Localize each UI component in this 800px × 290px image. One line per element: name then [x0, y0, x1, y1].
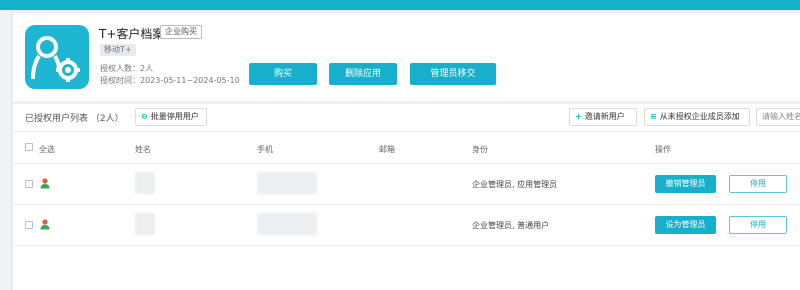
col-role: 身份: [472, 145, 488, 154]
purchase-badge: 企业购买: [160, 25, 202, 39]
table-row: 企业管理员, 应用管理员 撤销管理员 停用: [13, 164, 800, 204]
invite-user-button[interactable]: + 邀请新用户: [569, 108, 637, 126]
app-header: T+客户档案 企业购买 移动T+ 授权人数：2人 授权时间：2023-05-11…: [13, 13, 800, 101]
platform-chip: 移动T+: [100, 44, 136, 56]
buy-button[interactable]: 购买: [249, 63, 317, 85]
row-divider: [13, 245, 800, 246]
disable-icon: ⊖: [141, 112, 148, 121]
top-bar: [0, 0, 800, 10]
search-input[interactable]: 请输入姓名: [756, 108, 800, 126]
licensed-users-count: 授权人数：2人: [100, 64, 154, 73]
plus-icon: +: [575, 112, 582, 121]
user-icon: [39, 218, 51, 233]
table-top-border: [13, 131, 800, 132]
transfer-admin-button[interactable]: 管理员移交: [410, 63, 496, 85]
disable-user-button[interactable]: 停用: [729, 175, 787, 193]
batch-disable-button[interactable]: ⊖ 批量停用用户: [135, 108, 207, 126]
license-period: 授权时间：2023-05-11~2024-05-10: [100, 76, 240, 85]
add-from-members-button[interactable]: ≡ 从未授权企业成员添加: [644, 108, 750, 126]
col-phone: 手机: [257, 145, 273, 154]
name-masked: [135, 213, 155, 235]
phone-masked: [257, 213, 317, 235]
add-from-members-label: 从未授权企业成员添加: [659, 112, 740, 121]
app-name: T+客户档案: [99, 27, 165, 41]
row-checkbox[interactable]: [25, 180, 33, 188]
left-rail: [0, 10, 12, 290]
batch-disable-label: 批量停用用户: [150, 112, 199, 121]
revoke-admin-button[interactable]: 撤销管理员: [655, 175, 716, 193]
row-checkbox[interactable]: [25, 221, 33, 229]
section-divider: [13, 101, 800, 104]
app-icon: [25, 25, 89, 89]
name-masked: [135, 172, 155, 194]
col-email: 邮箱: [379, 145, 395, 154]
invite-user-label: 邀请新用户: [584, 112, 625, 121]
set-admin-button[interactable]: 设为管理员: [655, 216, 716, 234]
app-detail-panel: T+客户档案 企业购买 移动T+ 授权人数：2人 授权时间：2023-05-11…: [13, 13, 800, 290]
col-actions: 操作: [655, 145, 671, 154]
user-role: 企业管理员, 应用管理员: [472, 180, 558, 189]
licensed-user-list-title: 已授权用户列表 （2人）: [25, 114, 124, 124]
list-icon: ≡: [650, 112, 657, 121]
delete-app-button[interactable]: 删除应用: [329, 63, 397, 85]
user-icon: [39, 177, 51, 192]
col-name: 姓名: [135, 145, 151, 154]
col-select-all: 全选: [39, 145, 55, 154]
user-role: 企业管理员, 普通用户: [472, 221, 550, 230]
select-all-checkbox[interactable]: [25, 143, 33, 151]
table-row: 企业管理员, 普通用户 设为管理员 停用: [13, 205, 800, 245]
disable-user-button[interactable]: 停用: [729, 216, 787, 234]
phone-masked: [257, 172, 317, 194]
